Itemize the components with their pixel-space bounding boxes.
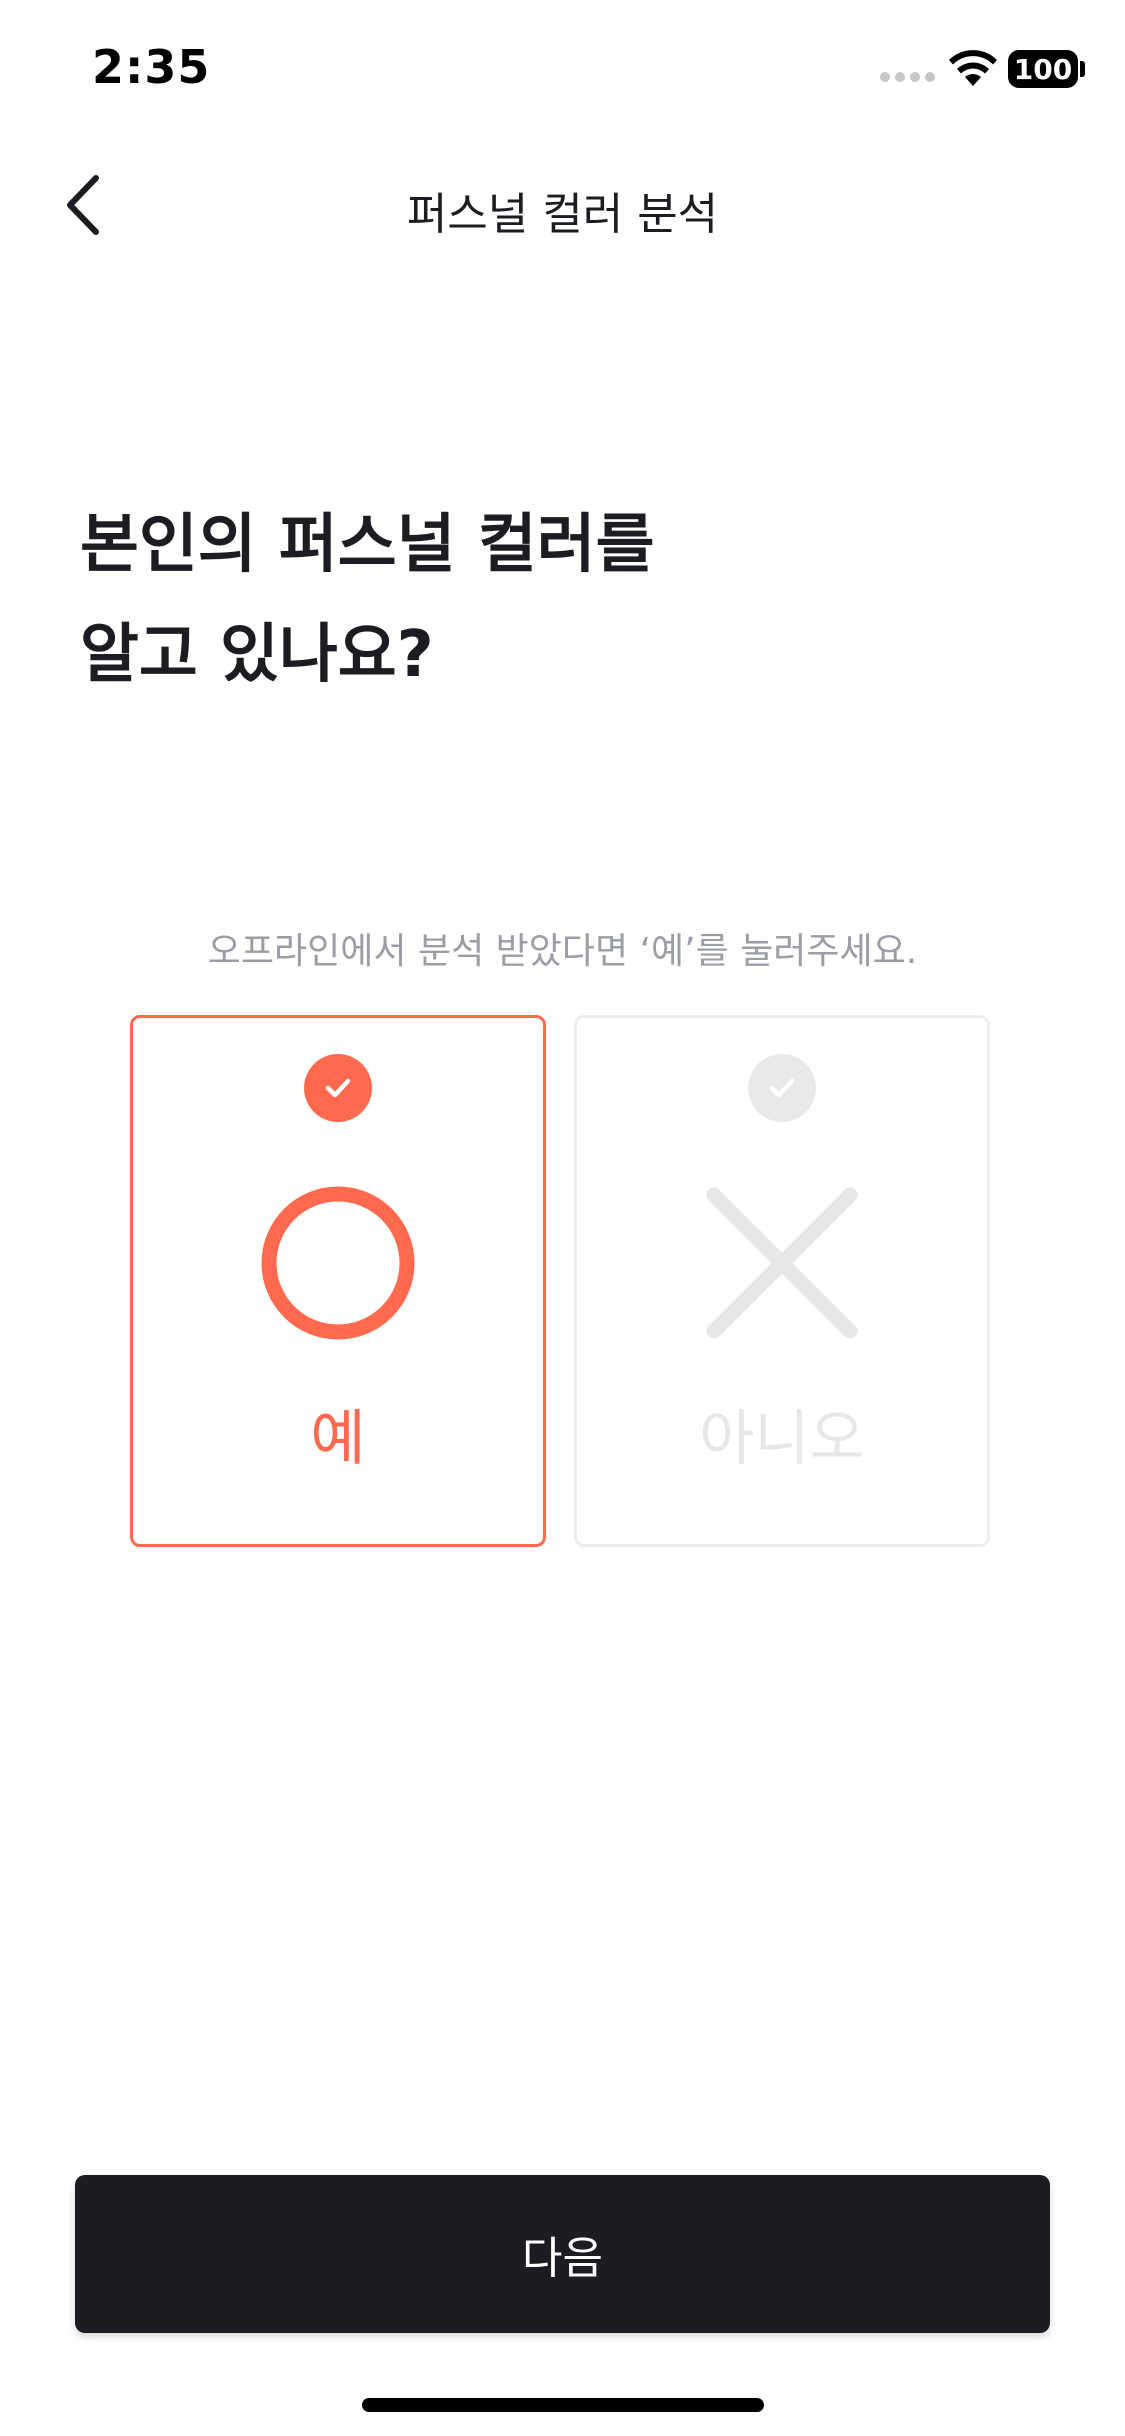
wifi-icon bbox=[949, 50, 997, 86]
choice-no-card[interactable]: 아니오 bbox=[574, 1015, 990, 1547]
choice-yes-label: 예 bbox=[310, 1404, 366, 1474]
battery-icon: 100 bbox=[1008, 50, 1078, 88]
home-indicator bbox=[362, 2398, 764, 2412]
hint-text: 오프라인에서 분석 받았다면 ‘예’를 눌러주세요. bbox=[207, 931, 918, 972]
cellular-signal-icon bbox=[880, 72, 935, 82]
status-time: 2:35 bbox=[92, 40, 211, 94]
check-icon bbox=[325, 1078, 351, 1098]
unselected-check-badge bbox=[748, 1054, 816, 1122]
circle-o-icon bbox=[261, 1186, 415, 1340]
choice-no-label: 아니오 bbox=[699, 1404, 865, 1474]
selected-check-badge bbox=[304, 1054, 372, 1122]
battery-level: 100 bbox=[1013, 52, 1073, 86]
check-icon bbox=[769, 1078, 795, 1098]
question-heading: 본인의 퍼스널 컬러를 알고 있나요? bbox=[80, 508, 655, 692]
choice-yes-card[interactable]: 예 bbox=[130, 1015, 546, 1547]
battery-tip bbox=[1080, 61, 1085, 77]
status-bar: 2:35 100 bbox=[0, 0, 1125, 140]
nav-bar: 퍼스널 컬러 분석 bbox=[0, 140, 1125, 270]
page-title: 퍼스널 컬러 분석 bbox=[406, 189, 719, 240]
x-mark-icon bbox=[706, 1187, 858, 1339]
next-button[interactable]: 다음 bbox=[75, 2175, 1050, 2333]
